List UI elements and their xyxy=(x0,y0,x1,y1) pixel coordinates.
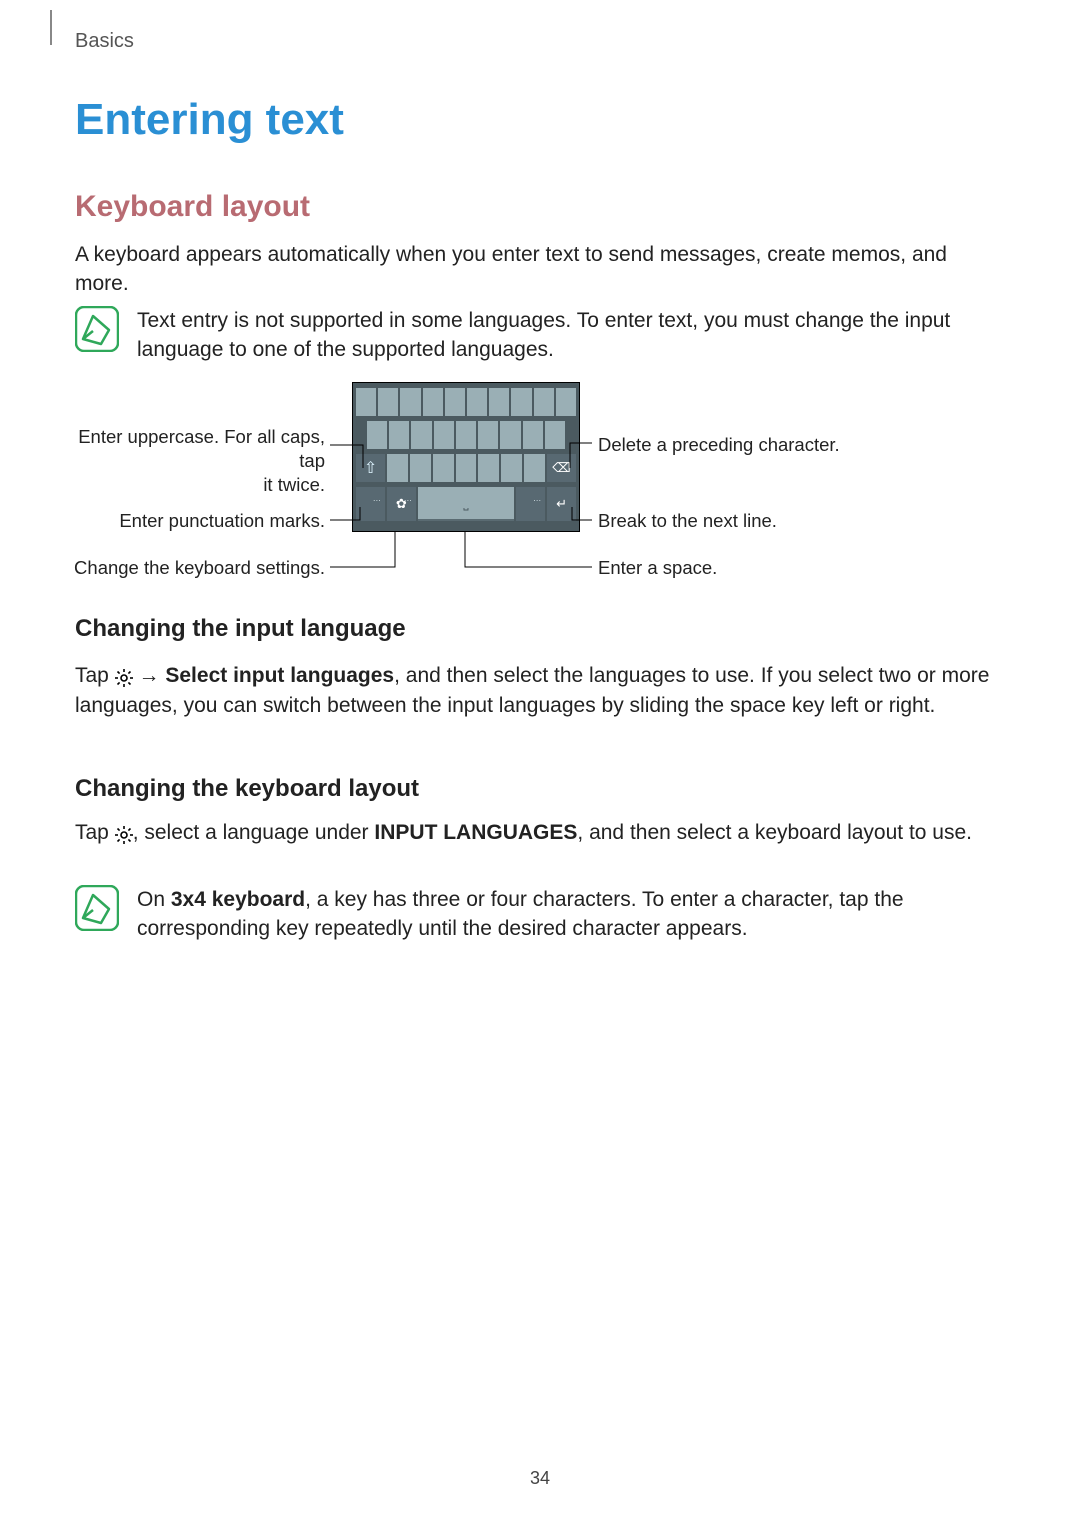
key-symbols: ⋯ xyxy=(356,487,385,521)
key-space: ⎵ xyxy=(418,487,514,521)
note-text-1: Text entry is not supported in some lang… xyxy=(137,306,1000,365)
key-generic xyxy=(467,388,487,416)
callout-delete: Delete a preceding character. xyxy=(598,434,840,456)
paragraph-keyboard-layout: Tap , select a language under INPUT LANG… xyxy=(75,818,1000,848)
key-backspace: ⌫ xyxy=(547,454,576,482)
dots-icon: ⋯ xyxy=(387,479,416,521)
key-generic xyxy=(445,388,465,416)
dots-icon: ⋯ xyxy=(516,479,545,521)
key-generic xyxy=(411,421,431,449)
callout-punctuation: Enter punctuation marks. xyxy=(119,510,325,532)
key-generic xyxy=(523,421,543,449)
key-settings: ✿⋯ xyxy=(387,487,416,521)
subheading-keyboard-layout: Changing the keyboard layout xyxy=(75,775,419,803)
callout-nextline: Break to the next line. xyxy=(598,510,777,532)
key-generic xyxy=(356,388,376,416)
section-heading-keyboard-layout: Keyboard layout xyxy=(75,190,310,224)
key-generic xyxy=(378,388,398,416)
return-icon: ↵ xyxy=(547,487,576,521)
intro-paragraph: A keyboard appears automatically when yo… xyxy=(75,240,1000,299)
key-generic xyxy=(433,454,454,482)
key-generic xyxy=(456,421,476,449)
subheading-input-language: Changing the input language xyxy=(75,615,406,643)
shift-icon: ⇧ xyxy=(356,454,385,482)
note-row-1: Text entry is not supported in some lang… xyxy=(75,306,1000,365)
key-generic xyxy=(400,388,420,416)
key-generic xyxy=(489,388,509,416)
callout-settings: Change the keyboard settings. xyxy=(74,557,325,579)
paragraph-input-language: Tap → Select input languages, and then s… xyxy=(75,661,1000,721)
key-generic xyxy=(511,388,531,416)
key-shift: ⇧ xyxy=(356,454,385,482)
key-generic xyxy=(367,421,387,449)
gear-icon xyxy=(115,666,133,684)
callout-uppercase: Enter uppercase. For all caps, tap it tw… xyxy=(65,425,325,497)
note-text-2: On 3x4 keyboard, a key has three or four… xyxy=(137,885,1000,944)
key-generic xyxy=(478,454,499,482)
page-number: 34 xyxy=(0,1468,1080,1489)
key-generic xyxy=(556,388,576,416)
key-generic xyxy=(456,454,477,482)
page-margin-tab xyxy=(50,10,52,45)
key-generic xyxy=(434,421,454,449)
backspace-icon: ⌫ xyxy=(547,454,576,482)
space-icon: ⎵ xyxy=(418,487,514,519)
note-icon xyxy=(75,885,119,931)
key-enter: ↵ xyxy=(547,487,576,521)
key-generic xyxy=(389,421,409,449)
gear-icon xyxy=(115,823,133,841)
key-generic xyxy=(387,454,408,482)
page-title: Entering text xyxy=(75,95,344,145)
keyboard-illustration: ⇧ ⌫ ⋯ ✿⋯ ⎵ ⋯ ↵ xyxy=(352,382,580,532)
key-generic xyxy=(545,421,565,449)
note-row-2: On 3x4 keyboard, a key has three or four… xyxy=(75,885,1000,944)
key-generic xyxy=(478,421,498,449)
key-generic xyxy=(410,454,431,482)
key-generic xyxy=(534,388,554,416)
dots-icon: ⋯ xyxy=(356,479,385,521)
key-generic xyxy=(501,454,522,482)
key-generic xyxy=(423,388,443,416)
key-generic xyxy=(500,421,520,449)
key-period: ⋯ xyxy=(516,487,545,521)
note-icon xyxy=(75,306,119,352)
key-generic xyxy=(524,454,545,482)
breadcrumb: Basics xyxy=(75,30,134,53)
callout-space: Enter a space. xyxy=(598,557,717,579)
